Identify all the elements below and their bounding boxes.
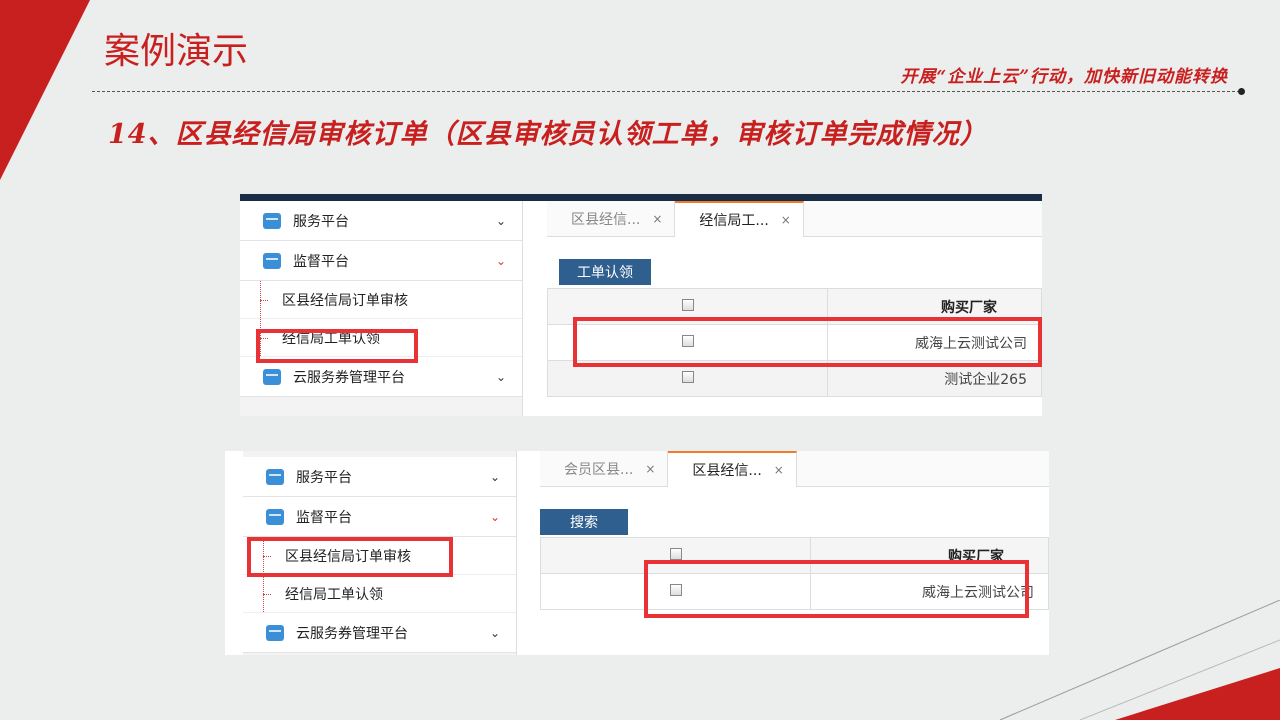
sidebar-item-service-platform[interactable]: 服务平台 ⌄ (243, 457, 516, 497)
tab-workorder[interactable]: 经信局工... × (675, 201, 804, 237)
section-heading: 14、区县经信局审核订单（区县审核员认领工单，审核订单完成情况） (108, 119, 988, 150)
close-icon[interactable]: × (781, 213, 791, 227)
close-icon[interactable]: × (774, 463, 784, 477)
screenshot-order-review: 服务平台 ⌄ 监督平台 ⌄ 区县经信局订单审核 经信局工单认领 云服务券管理平台… (225, 451, 1049, 655)
divider-dot (1238, 88, 1245, 95)
slide-title: 案例演示 (104, 31, 249, 72)
slide-slogan: 开展“企业上云”行动，加快新旧动能转换 (900, 67, 1228, 87)
tab-label: 经信局工... (699, 213, 769, 229)
chevron-down-icon: ⌄ (495, 213, 506, 228)
column-header-vendor: 购买厂家 (810, 537, 1049, 574)
corner-decoration-bottom (1115, 668, 1280, 720)
folder-icon (263, 212, 281, 229)
checkbox-cell (547, 360, 828, 397)
sidebar-subitem-label: 经信局工单认领 (282, 330, 380, 347)
folder-icon (263, 252, 281, 269)
chevron-down-icon: ⌄ (489, 509, 500, 524)
tab-county-review[interactable]: 区县经信... × (547, 201, 676, 237)
checkbox[interactable] (681, 298, 694, 311)
folder-icon (263, 368, 281, 385)
sidebar-subitem-label: 区县经信局订单审核 (285, 548, 411, 565)
sidebar-item-supervision-platform[interactable]: 监督平台 ⌄ (243, 497, 516, 537)
folder-icon (266, 468, 284, 485)
claim-workorder-button[interactable]: 工单认领 (559, 259, 651, 285)
screenshot-claim-workorder: 服务平台 ⌄ 监督平台 ⌄ 区县经信局订单审核 经信局工单认领 云服务券管理平台… (240, 194, 1042, 416)
tab-label: 区县经信... (571, 212, 641, 228)
tab-county-review[interactable]: 区县经信... × (668, 451, 797, 487)
column-header-vendor: 购买厂家 (827, 288, 1042, 325)
tab-bar: 区县经信... × 经信局工... × (547, 201, 1042, 237)
corner-decoration (0, 0, 90, 180)
select-all-cell (547, 288, 828, 325)
checkbox[interactable] (681, 334, 694, 347)
close-icon[interactable]: × (645, 462, 655, 476)
checkbox[interactable] (681, 370, 694, 383)
table-row[interactable]: 测试企业265 (547, 360, 1042, 397)
main-content: 会员区县... × 区县经信... × 搜索 购买厂家 威海上云测试公司 (540, 451, 1049, 655)
sidebar-subitem-label: 区县经信局订单审核 (282, 292, 408, 309)
sidebar-item-supervision-platform[interactable]: 监督平台 ⌄ (240, 241, 522, 281)
tab-label: 区县经信... (692, 463, 762, 479)
sidebar-item-label: 监督平台 (296, 509, 352, 526)
order-table: 购买厂家 威海上云测试公司 (540, 537, 1049, 610)
vendor-cell: 测试企业265 (827, 360, 1042, 397)
folder-icon (266, 624, 284, 641)
sidebar: 服务平台 ⌄ 监督平台 ⌄ 区县经信局订单审核 经信局工单认领 云服务券管理平台… (240, 201, 523, 416)
table-row[interactable]: 威海上云测试公司 (547, 324, 1042, 361)
search-button[interactable]: 搜索 (540, 509, 628, 535)
chevron-down-icon: ⌄ (489, 469, 500, 484)
chevron-down-icon: ⌄ (495, 253, 506, 268)
order-table: 购买厂家 威海上云测试公司 测试企业265 (547, 288, 1042, 397)
chevron-down-icon: ⌄ (495, 369, 506, 384)
checkbox-cell (540, 573, 811, 610)
vendor-cell: 威海上云测试公司 (810, 573, 1049, 610)
sidebar-subitem-order-review[interactable]: 区县经信局订单审核 (240, 281, 522, 319)
tab-member-county[interactable]: 会员区县... × (540, 451, 669, 487)
table-header: 购买厂家 (547, 288, 1042, 325)
sidebar: 服务平台 ⌄ 监督平台 ⌄ 区县经信局订单审核 经信局工单认领 云服务券管理平台… (243, 451, 517, 655)
table-header: 购买厂家 (540, 537, 1049, 574)
vendor-cell: 威海上云测试公司 (827, 324, 1042, 361)
sidebar-subitem-workorder-claim[interactable]: 经信局工单认领 (243, 575, 516, 613)
checkbox-cell (547, 324, 828, 361)
sidebar-item-label: 云服务券管理平台 (296, 625, 408, 642)
checkbox[interactable] (669, 583, 682, 596)
table-row[interactable]: 威海上云测试公司 (540, 573, 1049, 610)
tab-bar: 会员区县... × 区县经信... × (540, 451, 1049, 487)
sidebar-item-label: 服务平台 (296, 469, 352, 486)
select-all-cell (540, 537, 811, 574)
sidebar-subitem-order-review[interactable]: 区县经信局订单审核 (243, 537, 516, 575)
main-content: 区县经信... × 经信局工... × 工单认领 购买厂家 威海上云测试公司 测… (547, 201, 1042, 416)
sidebar-subitem-workorder-claim[interactable]: 经信局工单认领 (240, 319, 522, 357)
sidebar-item-cloud-voucher[interactable]: 云服务券管理平台 ⌄ (240, 357, 522, 397)
sidebar-item-label: 服务平台 (293, 213, 349, 230)
sidebar-item-label: 监督平台 (293, 253, 349, 270)
sidebar-subitem-label: 经信局工单认领 (285, 586, 383, 603)
sidebar-item-service-platform[interactable]: 服务平台 ⌄ (240, 201, 522, 241)
tab-label: 会员区县... (564, 462, 634, 478)
close-icon[interactable]: × (652, 212, 662, 226)
divider (92, 91, 1240, 92)
sidebar-item-cloud-voucher[interactable]: 云服务券管理平台 ⌄ (243, 613, 516, 653)
checkbox[interactable] (669, 547, 682, 560)
chevron-down-icon: ⌄ (489, 625, 500, 640)
sidebar-item-label: 云服务券管理平台 (293, 369, 405, 386)
folder-icon (266, 508, 284, 525)
